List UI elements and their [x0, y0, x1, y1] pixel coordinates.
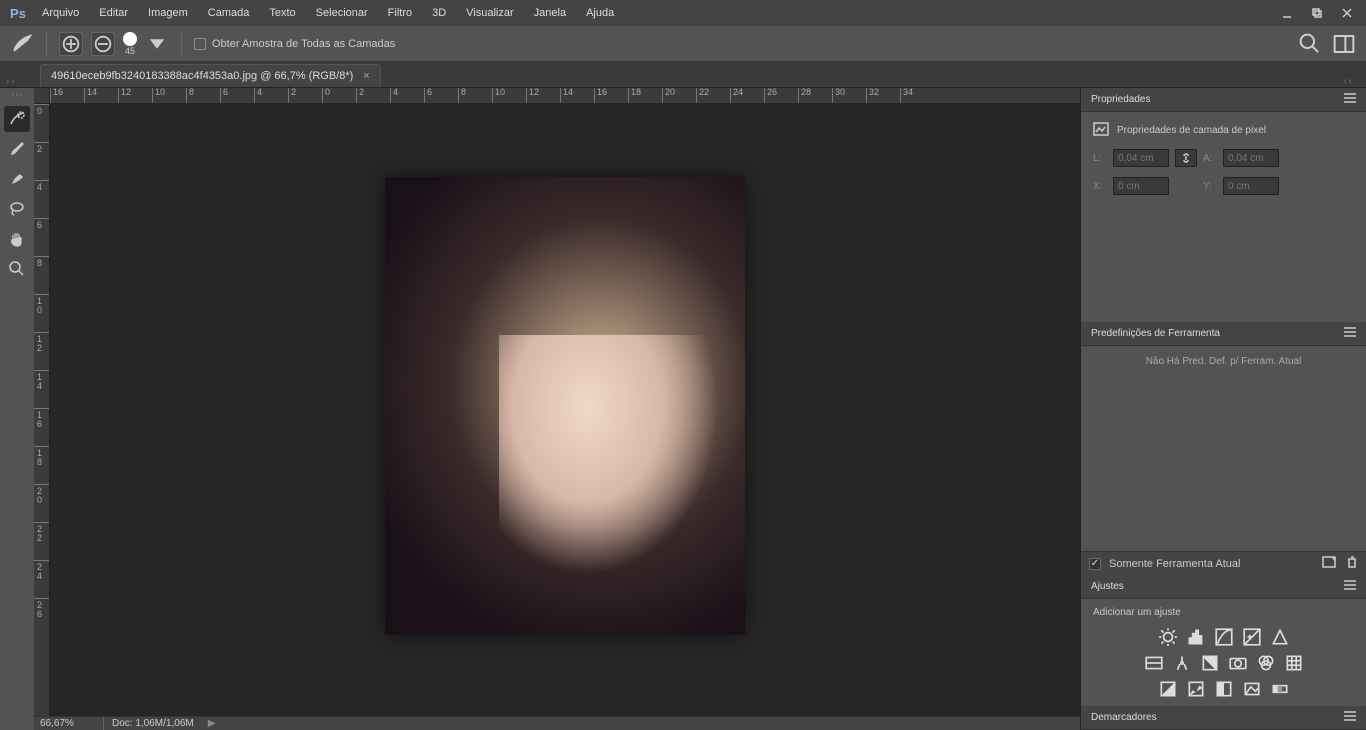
height-input[interactable] — [1223, 149, 1279, 167]
subtract-mode-button[interactable] — [91, 32, 115, 56]
menu-bar: Ps Arquivo Editar Imagem Camada Texto Se… — [0, 0, 1366, 26]
link-dimensions-button[interactable] — [1175, 149, 1197, 167]
x-label: X: — [1093, 181, 1107, 192]
adjustments-panel-tab[interactable]: Ajustes — [1081, 575, 1366, 599]
current-tool-icon[interactable] — [10, 32, 34, 56]
tool-presets-footer: ✓ Somente Ferramenta Atual — [1081, 551, 1366, 575]
menu-ajuda[interactable]: Ajuda — [576, 0, 624, 26]
panel-menu-icon[interactable] — [1344, 93, 1356, 106]
quick-selection-tool[interactable] — [4, 106, 30, 132]
new-preset-icon[interactable] — [1322, 556, 1336, 571]
height-label: A: — [1203, 153, 1217, 164]
paths-title: Demarcadores — [1091, 712, 1157, 723]
menu-visualizar[interactable]: Visualizar — [456, 0, 524, 26]
options-bar: 45 Obter Amostra de Todas as Camadas — [0, 26, 1366, 62]
lasso-tool[interactable] — [4, 196, 30, 222]
status-caret-icon[interactable]: ▶ — [202, 718, 222, 729]
close-button[interactable] — [1332, 3, 1362, 23]
channel-mixer-icon[interactable] — [1256, 654, 1276, 672]
selective-color-icon[interactable] — [1242, 680, 1262, 698]
vibrance-icon[interactable] — [1270, 628, 1290, 646]
brush-size-label: 45 — [125, 46, 135, 56]
adjustments-title: Ajustes — [1091, 581, 1124, 592]
tool-presets-body: Não Há Pred. Def. p/ Ferram. Atual — [1081, 346, 1366, 551]
zoom-level-input[interactable]: 66,67% — [34, 717, 104, 730]
app-logo: Ps — [4, 3, 32, 23]
properties-panel-tab[interactable]: Propriedades — [1081, 88, 1366, 112]
menu-texto[interactable]: Texto — [259, 0, 305, 26]
ruler-origin[interactable] — [34, 88, 50, 104]
menu-janela[interactable]: Janela — [524, 0, 576, 26]
threshold-icon[interactable] — [1214, 680, 1234, 698]
brightness-contrast-icon[interactable] — [1158, 628, 1178, 646]
hand-tool[interactable] — [4, 226, 30, 252]
width-input[interactable] — [1113, 149, 1169, 167]
maximize-button[interactable] — [1302, 3, 1332, 23]
color-balance-icon[interactable] — [1172, 654, 1192, 672]
color-lookup-icon[interactable] — [1284, 654, 1304, 672]
menu-camada[interactable]: Camada — [198, 0, 260, 26]
y-label: Y: — [1203, 181, 1217, 192]
x-input[interactable] — [1113, 177, 1169, 195]
hue-saturation-icon[interactable] — [1144, 654, 1164, 672]
current-tool-only-label: Somente Ferramenta Atual — [1109, 558, 1240, 570]
black-white-icon[interactable] — [1200, 654, 1220, 672]
posterize-icon[interactable] — [1186, 680, 1206, 698]
add-mode-button[interactable] — [59, 32, 83, 56]
width-label: L: — [1093, 153, 1107, 164]
exposure-icon[interactable] — [1242, 628, 1262, 646]
workspace-switcher-icon[interactable] — [1332, 32, 1356, 56]
vertical-ruler[interactable]: 02468101214161820222426 — [34, 104, 50, 716]
brush-dropdown-icon[interactable] — [145, 32, 169, 56]
delete-preset-icon[interactable] — [1346, 556, 1358, 571]
brush-preview[interactable]: 45 — [123, 32, 137, 56]
tool-presets-panel-tab[interactable]: Predefinições de Ferramenta — [1081, 322, 1366, 346]
current-tool-only-checkbox[interactable]: ✓ — [1089, 558, 1101, 570]
levels-icon[interactable] — [1186, 628, 1206, 646]
properties-title: Propriedades — [1091, 94, 1150, 105]
horizontal-ruler[interactable]: 1614121086420246810121416182022242628303… — [50, 88, 1080, 104]
search-icon[interactable] — [1298, 32, 1322, 56]
close-tab-icon[interactable]: × — [363, 70, 369, 82]
add-adjustment-label: Adicionar um ajuste — [1093, 607, 1354, 618]
healing-brush-tool[interactable] — [4, 166, 30, 192]
menu-arquivo[interactable]: Arquivo — [32, 0, 89, 26]
document-image[interactable] — [385, 177, 745, 635]
menu-editar[interactable]: Editar — [89, 0, 138, 26]
panel-menu-icon[interactable] — [1344, 711, 1356, 724]
brush-tool[interactable] — [4, 136, 30, 162]
status-bar: 66,67% Doc: 1,06M/1,06M ▶ — [34, 716, 1080, 730]
properties-subtitle: Propriedades de camada de pixel — [1117, 125, 1266, 136]
curves-icon[interactable] — [1214, 628, 1234, 646]
menu-filtro[interactable]: Filtro — [378, 0, 422, 26]
menu-3d[interactable]: 3D — [422, 0, 456, 26]
menu-imagem[interactable]: Imagem — [138, 0, 198, 26]
zoom-tool[interactable] — [4, 256, 30, 282]
sample-all-layers-checkbox[interactable]: Obter Amostra de Todas as Camadas — [194, 38, 395, 50]
panel-menu-icon[interactable] — [1344, 327, 1356, 340]
properties-panel-body: Propriedades de camada de pixel L: A: X:… — [1081, 112, 1366, 322]
document-tab[interactable]: 49610eceb9fb3240183388ac4f4353a0.jpg @ 6… — [40, 64, 381, 87]
tools-panel — [0, 88, 34, 730]
tool-presets-title: Predefinições de Ferramenta — [1091, 328, 1220, 339]
toolbar-grip-icon[interactable] — [7, 92, 27, 98]
panels-column: Propriedades Propriedades de camada de p… — [1080, 88, 1366, 730]
pixel-layer-icon — [1093, 122, 1109, 139]
minimize-button[interactable] — [1272, 3, 1302, 23]
y-input[interactable] — [1223, 177, 1279, 195]
photo-filter-icon[interactable] — [1228, 654, 1248, 672]
gradient-map-icon[interactable] — [1270, 680, 1290, 698]
panel-menu-icon[interactable] — [1344, 580, 1356, 593]
paths-panel-tab[interactable]: Demarcadores — [1081, 706, 1366, 730]
canvas-viewport[interactable] — [50, 104, 1080, 716]
canvas-area[interactable]: 1614121086420246810121416182022242628303… — [34, 88, 1080, 730]
document-tab-bar: ›› 49610eceb9fb3240183388ac4f4353a0.jpg … — [0, 62, 1366, 88]
adjustments-body: Adicionar um ajuste — [1081, 599, 1366, 706]
sample-all-layers-label: Obter Amostra de Todas as Camadas — [212, 38, 395, 50]
document-tab-label: 49610eceb9fb3240183388ac4f4353a0.jpg @ 6… — [51, 70, 353, 82]
tool-presets-empty-text: Não Há Pred. Def. p/ Ferram. Atual — [1146, 356, 1302, 367]
menu-selecionar[interactable]: Selecionar — [306, 0, 378, 26]
document-info: Doc: 1,06M/1,06M — [104, 718, 202, 729]
invert-icon[interactable] — [1158, 680, 1178, 698]
